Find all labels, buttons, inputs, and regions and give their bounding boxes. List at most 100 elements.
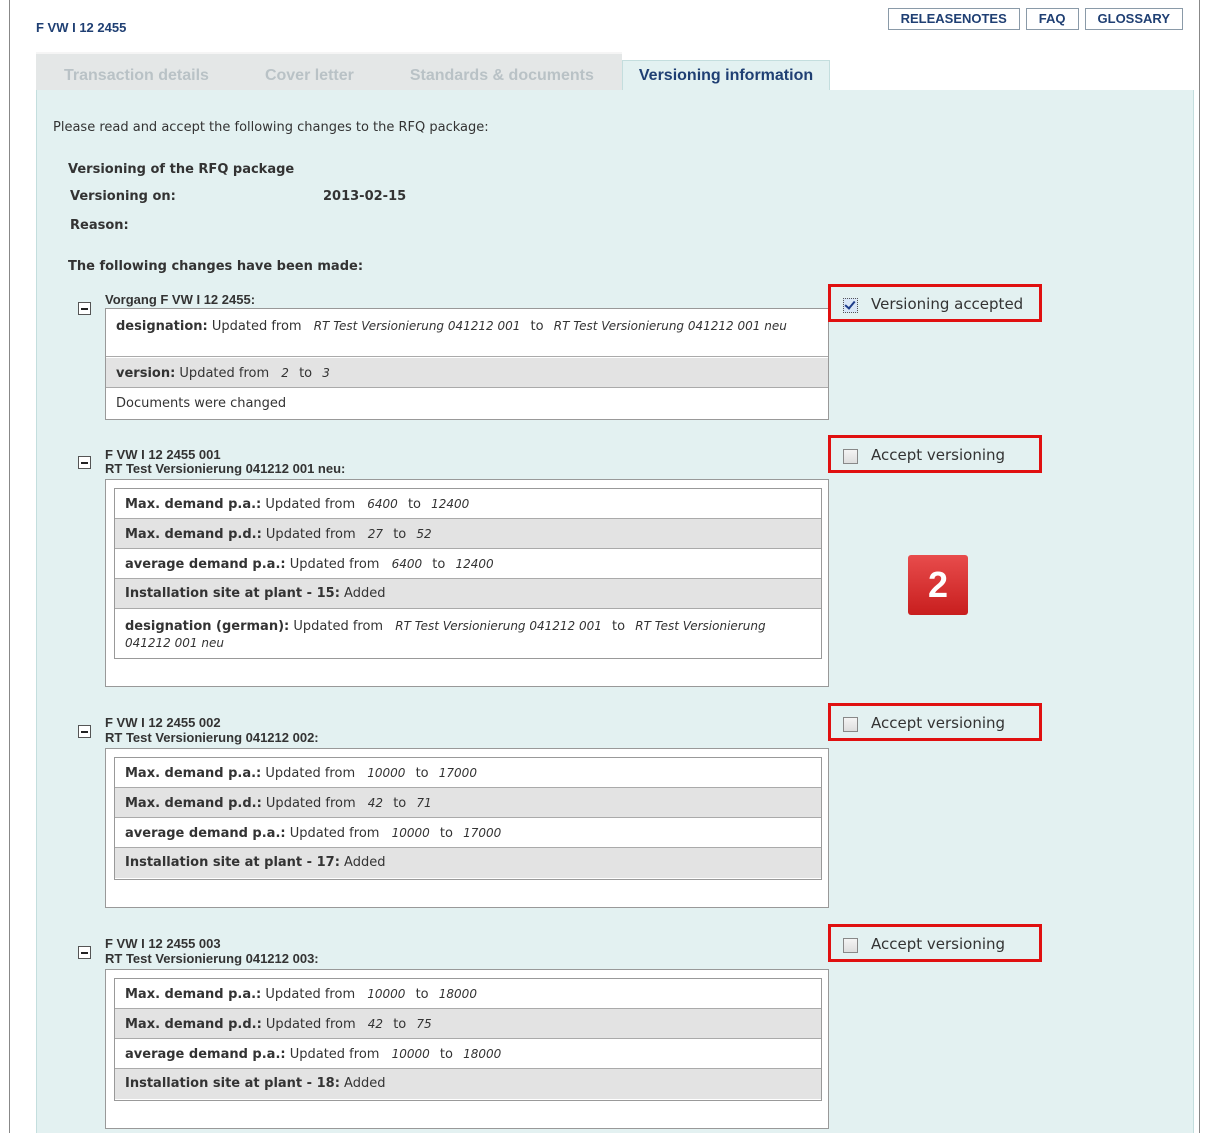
- glossary-button[interactable]: GLOSSARY: [1084, 8, 1183, 30]
- change-row: Installation site at plant - 18: Added: [115, 1069, 821, 1099]
- change-to: 17000: [463, 826, 502, 840]
- change-text: Added: [344, 1076, 386, 1091]
- versioning-accepted-checkbox[interactable]: [843, 298, 858, 313]
- faq-button[interactable]: FAQ: [1025, 8, 1079, 30]
- releasenotes-button[interactable]: RELEASENOTES: [887, 8, 1020, 30]
- change-text: Updated from: [211, 319, 302, 334]
- change-row: Max. demand p.d.: Updated from 42 to 75: [115, 1009, 821, 1039]
- change-to: 12400: [455, 557, 494, 571]
- window-border-left: [9, 0, 10, 1133]
- change-key: Max. demand p.a.:: [125, 497, 262, 512]
- top-links: RELEASENOTES FAQ GLOSSARY: [887, 8, 1183, 30]
- accept-versioning-checkbox[interactable]: [843, 449, 858, 464]
- change-to-word: to: [299, 366, 313, 381]
- collapse-toggle-icon[interactable]: [78, 456, 91, 469]
- group-title: F VW I 12 2455 001: [105, 447, 221, 462]
- transaction-id: F VW I 12 2455: [36, 20, 127, 35]
- change-row: Max. demand p.d.: Updated from 27 to 52: [115, 519, 821, 549]
- change-to-word: to: [432, 557, 446, 572]
- change-key: average demand p.a.:: [125, 557, 286, 572]
- accept-versioning-checkbox[interactable]: [843, 717, 858, 732]
- change-to: 18000: [463, 1047, 502, 1061]
- change-to-word: to: [439, 826, 453, 841]
- window-border-right: [1199, 0, 1200, 1133]
- change-row: Documents were changed: [106, 389, 828, 418]
- change-to: RT Test Versionierung 041212 001 neu: [553, 319, 787, 333]
- change-to: 12400: [431, 497, 470, 511]
- accept-label[interactable]: Accept versioning: [871, 935, 1005, 953]
- changes-box: Max. demand p.a.: Updated from 10000 to …: [114, 978, 822, 1101]
- accept-label[interactable]: Accept versioning: [871, 446, 1005, 464]
- change-row: designation (german): Updated from RT Te…: [115, 609, 821, 657]
- group-title: Vorgang F VW I 12 2455:: [105, 292, 256, 307]
- change-key: version:: [116, 366, 176, 381]
- group-subtitle: RT Test Versionierung 041212 003:: [105, 951, 319, 966]
- change-to-word: to: [612, 619, 626, 634]
- group-subtitle: RT Test Versionierung 041212 002:: [105, 730, 319, 745]
- change-to-word: to: [415, 987, 429, 1002]
- versioning-on-value: 2013-02-15: [323, 189, 407, 204]
- change-to: 3: [322, 366, 330, 380]
- change-text: Updated from: [265, 766, 356, 781]
- change-to-word: to: [439, 1047, 453, 1062]
- tab-cover-letter[interactable]: Cover letter: [236, 52, 382, 92]
- change-from: 10000: [367, 766, 406, 780]
- change-to: 71: [416, 796, 432, 810]
- change-key: designation (german):: [125, 619, 290, 634]
- collapse-toggle-icon[interactable]: [78, 302, 91, 315]
- tab-transaction-details[interactable]: Transaction details: [36, 52, 237, 92]
- change-key: average demand p.a.:: [125, 1047, 286, 1062]
- change-key: Max. demand p.d.:: [125, 527, 262, 542]
- change-row: Max. demand p.a.: Updated from 10000 to …: [115, 979, 821, 1009]
- change-from: 42: [367, 1017, 384, 1031]
- group-subtitle: RT Test Versionierung 041212 001 neu:: [105, 461, 346, 476]
- intro-text: Please read and accept the following cha…: [53, 120, 489, 135]
- changes-outer-box: Max. demand p.a.: Updated from 10000 to …: [105, 969, 829, 1129]
- change-to-word: to: [393, 527, 407, 542]
- changes-outer-box: Max. demand p.a.: Updated from 10000 to …: [105, 748, 829, 908]
- accept-box: Accept versioning: [828, 703, 1042, 741]
- change-text: Updated from: [289, 826, 380, 841]
- accept-label[interactable]: Versioning accepted: [871, 295, 1023, 313]
- change-text: Updated from: [265, 796, 356, 811]
- versioning-heading: Versioning of the RFQ package: [68, 162, 295, 177]
- change-from: 10000: [391, 826, 430, 840]
- tab-standards-documents[interactable]: Standards & documents: [381, 52, 622, 92]
- change-text: Updated from: [179, 366, 270, 381]
- change-to: 52: [416, 527, 432, 541]
- change-to: 18000: [438, 987, 477, 1001]
- change-text: Updated from: [265, 987, 356, 1002]
- collapse-toggle-icon[interactable]: [78, 946, 91, 959]
- change-row: version: Updated from 2 to 3: [106, 358, 828, 388]
- change-key: Max. demand p.d.:: [125, 796, 262, 811]
- change-text: Documents were changed: [116, 396, 287, 411]
- change-to: 75: [416, 1017, 432, 1031]
- accept-box: Accept versioning: [828, 924, 1042, 962]
- change-text: Updated from: [289, 557, 380, 572]
- change-from: 2: [281, 366, 289, 380]
- change-row: Max. demand p.d.: Updated from 42 to 71: [115, 788, 821, 818]
- reason-label: Reason:: [70, 218, 129, 233]
- change-text: Updated from: [293, 619, 384, 634]
- versioning-on-label: Versioning on:: [70, 189, 176, 204]
- changes-outer-box: Max. demand p.a.: Updated from 6400 to 1…: [105, 479, 829, 687]
- change-key: designation:: [116, 319, 208, 334]
- change-to-word: to: [530, 319, 544, 334]
- change-row: average demand p.a.: Updated from 6400 t…: [115, 549, 821, 579]
- change-to-word: to: [393, 1017, 407, 1032]
- change-from: 42: [367, 796, 384, 810]
- collapse-toggle-icon[interactable]: [78, 725, 91, 738]
- tab-bar: Transaction details Cover letter Standar…: [36, 52, 831, 98]
- change-from: RT Test Versionierung 041212 001: [395, 619, 602, 633]
- accept-box: Accept versioning: [828, 435, 1042, 473]
- accept-label[interactable]: Accept versioning: [871, 714, 1005, 732]
- change-key: Max. demand p.d.:: [125, 1017, 262, 1032]
- change-from: 6400: [367, 497, 398, 511]
- change-from: 10000: [391, 1047, 430, 1061]
- change-to-word: to: [407, 497, 421, 512]
- change-from: 10000: [367, 987, 406, 1001]
- change-from: 27: [367, 527, 384, 541]
- change-row: Max. demand p.a.: Updated from 6400 to 1…: [115, 489, 821, 519]
- changes-box: Max. demand p.a.: Updated from 6400 to 1…: [114, 488, 822, 659]
- accept-versioning-checkbox[interactable]: [843, 938, 858, 953]
